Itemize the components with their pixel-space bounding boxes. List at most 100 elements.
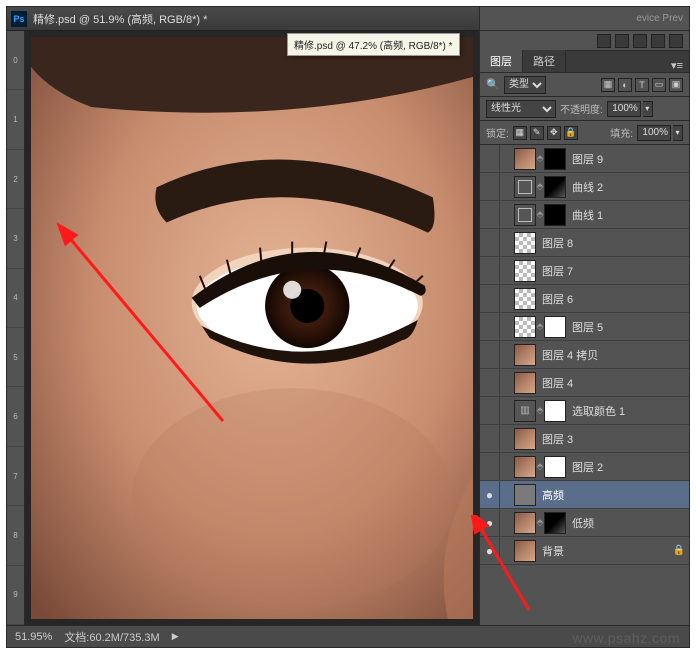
layer-row[interactable]: ● 高频 [480, 481, 689, 509]
filter-shape-icon[interactable]: ▭ [652, 78, 666, 92]
visibility-toggle[interactable] [480, 285, 500, 312]
layer-mask-thumbnail[interactable] [544, 176, 566, 198]
filter-pixel-icon[interactable]: ▦ [601, 78, 615, 92]
mini-icon[interactable] [651, 34, 665, 48]
layer-mask-thumbnail[interactable] [544, 400, 566, 422]
search-icon[interactable]: 🔍 [486, 78, 500, 92]
fill-input[interactable] [637, 125, 671, 141]
layer-mask-thumbnail[interactable] [544, 204, 566, 226]
canvas-wrapper[interactable] [25, 31, 479, 625]
lock-position-icon[interactable]: ✥ [547, 126, 561, 140]
layer-name[interactable]: 背景 [542, 543, 564, 559]
layer-name[interactable]: 图层 7 [542, 263, 573, 279]
layer-mask-thumbnail[interactable] [544, 148, 566, 170]
layer-thumbnail[interactable] [514, 148, 536, 170]
layer-row[interactable]: ⬘ 图层 5 [480, 313, 689, 341]
layer-row[interactable]: ● ⬘ 低频 [480, 509, 689, 537]
layer-thumbnail[interactable] [514, 288, 536, 310]
layer-thumbnail[interactable] [514, 484, 536, 506]
mini-icon[interactable] [669, 34, 683, 48]
filter-smart-icon[interactable]: ▣ [669, 78, 683, 92]
mini-icon[interactable] [633, 34, 647, 48]
layer-thumbnail[interactable] [514, 456, 536, 478]
layer-row[interactable]: ⬘ 图层 2 [480, 453, 689, 481]
layer-thumbnail[interactable] [514, 176, 536, 198]
tab-paths[interactable]: 路径 [523, 50, 566, 72]
layer-name[interactable]: 图层 3 [542, 431, 573, 447]
layer-thumbnail[interactable] [514, 232, 536, 254]
layer-row[interactable]: 图层 8 [480, 229, 689, 257]
link-icon[interactable]: ⬘ [536, 181, 544, 192]
link-icon[interactable]: ⬘ [536, 461, 544, 472]
visibility-toggle[interactable]: ● [480, 481, 500, 508]
visibility-toggle[interactable] [480, 369, 500, 396]
link-icon[interactable]: ⬘ [536, 321, 544, 332]
visibility-toggle[interactable]: ● [480, 537, 500, 564]
zoom-level[interactable]: 51.95% [15, 631, 52, 643]
filter-adjust-icon[interactable]: ◐ [618, 78, 632, 92]
layer-name[interactable]: 图层 8 [542, 235, 573, 251]
mini-icon[interactable] [597, 34, 611, 48]
layer-thumbnail[interactable]: ▥ [514, 400, 536, 422]
layer-row[interactable]: 图层 7 [480, 257, 689, 285]
filter-text-icon[interactable]: T [635, 78, 649, 92]
layer-thumbnail[interactable] [514, 204, 536, 226]
layer-name[interactable]: 图层 4 [542, 375, 573, 391]
tab-layers[interactable]: 图层 [480, 50, 523, 72]
layer-name[interactable]: 高频 [542, 487, 564, 503]
visibility-toggle[interactable] [480, 313, 500, 340]
status-chevron-icon[interactable]: ▶ [172, 631, 179, 642]
layer-row[interactable]: 图层 6 [480, 285, 689, 313]
layer-name[interactable]: 图层 2 [572, 459, 603, 475]
layer-thumbnail[interactable] [514, 316, 536, 338]
layer-mask-thumbnail[interactable] [544, 456, 566, 478]
visibility-toggle[interactable] [480, 201, 500, 228]
visibility-toggle[interactable] [480, 397, 500, 424]
panel-menu-icon[interactable]: ▾≡ [665, 59, 689, 72]
lock-transparent-icon[interactable]: ▦ [513, 126, 527, 140]
link-icon[interactable]: ⬘ [536, 405, 544, 416]
link-icon[interactable]: ⬘ [536, 517, 544, 528]
layer-thumbnail[interactable] [514, 540, 536, 562]
layer-row[interactable]: ⬘ 曲线 1 [480, 201, 689, 229]
layer-thumbnail[interactable] [514, 512, 536, 534]
lock-pixels-icon[interactable]: ✎ [530, 126, 544, 140]
layer-row[interactable]: ●背景🔒 [480, 537, 689, 565]
layer-mask-thumbnail[interactable] [544, 512, 566, 534]
layer-thumbnail[interactable] [514, 260, 536, 282]
opacity-input[interactable] [607, 101, 641, 117]
link-icon[interactable]: ⬘ [536, 209, 544, 220]
mini-icon[interactable] [615, 34, 629, 48]
layer-row[interactable]: ▥⬘ 选取颜色 1 [480, 397, 689, 425]
layer-name[interactable]: 图层 9 [572, 151, 603, 167]
layer-name[interactable]: 曲线 2 [572, 179, 603, 195]
visibility-toggle[interactable] [480, 341, 500, 368]
layer-row[interactable]: ⬘ 图层 9 [480, 145, 689, 173]
layer-thumbnail[interactable] [514, 372, 536, 394]
lock-all-icon[interactable]: 🔒 [564, 126, 578, 140]
layer-row[interactable]: 图层 3 [480, 425, 689, 453]
visibility-toggle[interactable] [480, 453, 500, 480]
layers-list[interactable]: ⬘图层 9⬘曲线 2⬘曲线 1图层 8图层 7图层 6⬘图层 5图层 4 拷贝图… [480, 145, 689, 625]
visibility-toggle[interactable] [480, 229, 500, 256]
layer-row[interactable]: 图层 4 拷贝 [480, 341, 689, 369]
layer-thumbnail[interactable] [514, 428, 536, 450]
layer-row[interactable]: 图层 4 [480, 369, 689, 397]
layer-name[interactable]: 曲线 1 [572, 207, 603, 223]
filter-type-select[interactable]: 类型 [504, 76, 546, 94]
visibility-toggle[interactable]: ● [480, 509, 500, 536]
visibility-toggle[interactable] [480, 145, 500, 172]
visibility-toggle[interactable] [480, 425, 500, 452]
layer-mask-thumbnail[interactable] [544, 316, 566, 338]
layer-name[interactable]: 低频 [572, 515, 594, 531]
layer-name[interactable]: 图层 5 [572, 319, 603, 335]
layer-name[interactable]: 图层 6 [542, 291, 573, 307]
layer-thumbnail[interactable] [514, 344, 536, 366]
layer-row[interactable]: ⬘ 曲线 2 [480, 173, 689, 201]
layer-name[interactable]: 选取颜色 1 [572, 403, 625, 419]
layer-name[interactable]: 图层 4 拷贝 [542, 347, 598, 363]
blend-mode-select[interactable]: 线性光 [486, 100, 556, 118]
visibility-toggle[interactable] [480, 257, 500, 284]
link-icon[interactable]: ⬘ [536, 153, 544, 164]
visibility-toggle[interactable] [480, 173, 500, 200]
